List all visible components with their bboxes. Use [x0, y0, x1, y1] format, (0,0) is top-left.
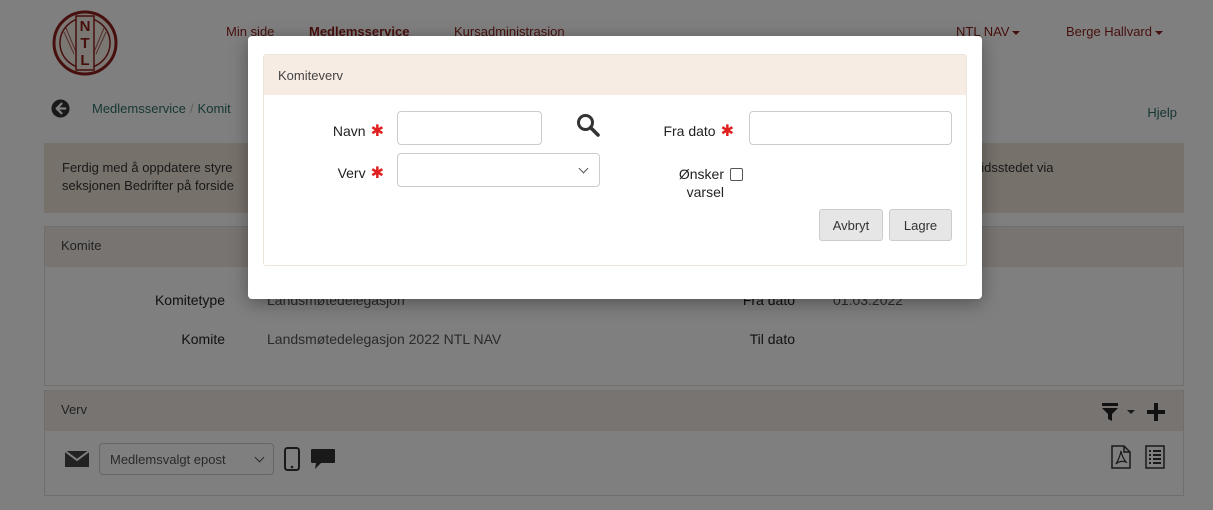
onsker-varsel-checkbox[interactable] — [730, 168, 743, 181]
required-icon: ✱ — [720, 123, 734, 140]
navn-label: Navn ✱ — [314, 121, 384, 141]
navn-input[interactable] — [397, 111, 542, 145]
modal-fra-dato-label-text: Fra dato — [663, 123, 716, 139]
chevron-down-icon — [578, 163, 589, 173]
onsker-varsel-line-2: varsel — [686, 184, 724, 200]
search-icon[interactable] — [576, 113, 600, 137]
modal-fra-dato-label: Fra dato ✱ — [644, 121, 734, 141]
komiteverv-panel: Komiteverv Navn ✱ Fra dato ✱ Verv ✱ Ønsker … — [263, 54, 967, 266]
verv-label: Verv ✱ — [314, 163, 384, 183]
cancel-button[interactable]: Avbryt — [819, 209, 883, 241]
komiteverv-modal: Komiteverv Navn ✱ Fra dato ✱ Verv ✱ Ønsker … — [248, 36, 982, 299]
onsker-varsel-line-1: Ønsker — [678, 166, 724, 182]
required-icon: ✱ — [370, 123, 384, 140]
verv-label-text: Verv — [337, 165, 366, 181]
fra-dato-input[interactable] — [749, 111, 952, 145]
navn-label-text: Navn — [332, 123, 366, 139]
modal-title: Komiteverv — [264, 55, 966, 95]
save-button[interactable]: Lagre — [889, 209, 952, 241]
onsker-varsel-label: Ønsker varsel — [664, 165, 724, 201]
verv-select[interactable] — [397, 153, 600, 187]
required-icon: ✱ — [370, 165, 384, 182]
